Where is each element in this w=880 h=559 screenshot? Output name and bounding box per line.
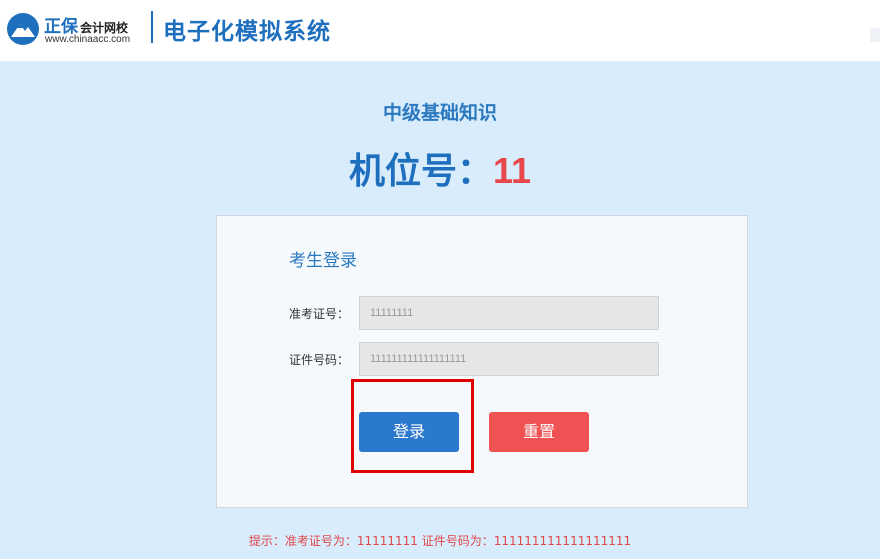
header-corner-mark: [870, 28, 880, 42]
login-button-highlight: [351, 379, 474, 473]
brand-url: www.chinaacc.com: [45, 34, 131, 45]
mountain-logo-icon: [7, 13, 39, 45]
id-number-label: 证件号码：: [289, 353, 350, 367]
login-title: 考生登录: [289, 251, 357, 271]
header-divider: [151, 11, 153, 43]
login-panel: 考生登录 准考证号： 11111111 证件号码： 11111111111111…: [216, 215, 748, 508]
credentials-hint: 提示：准考证号为：11111111 证件号码为：1111111111111111…: [248, 534, 632, 548]
brand-subtitle: 会计网校: [80, 21, 129, 35]
top-header: 正保 会计网校 www.chinaacc.com 电子化模拟系统: [0, 0, 880, 62]
admission-number-input[interactable]: 11111111: [359, 296, 659, 330]
id-number-input[interactable]: 111111111111111111: [359, 342, 659, 376]
seat-number: 11: [492, 150, 532, 191]
seat-number-heading: 机位号：11: [0, 142, 880, 194]
admission-number-label: 准考证号：: [289, 307, 350, 321]
system-title: 电子化模拟系统: [163, 19, 331, 45]
seat-label: 机位号：: [348, 151, 493, 192]
reset-button[interactable]: 重置: [489, 412, 589, 452]
exam-subject: 中级基础知识: [382, 102, 497, 124]
